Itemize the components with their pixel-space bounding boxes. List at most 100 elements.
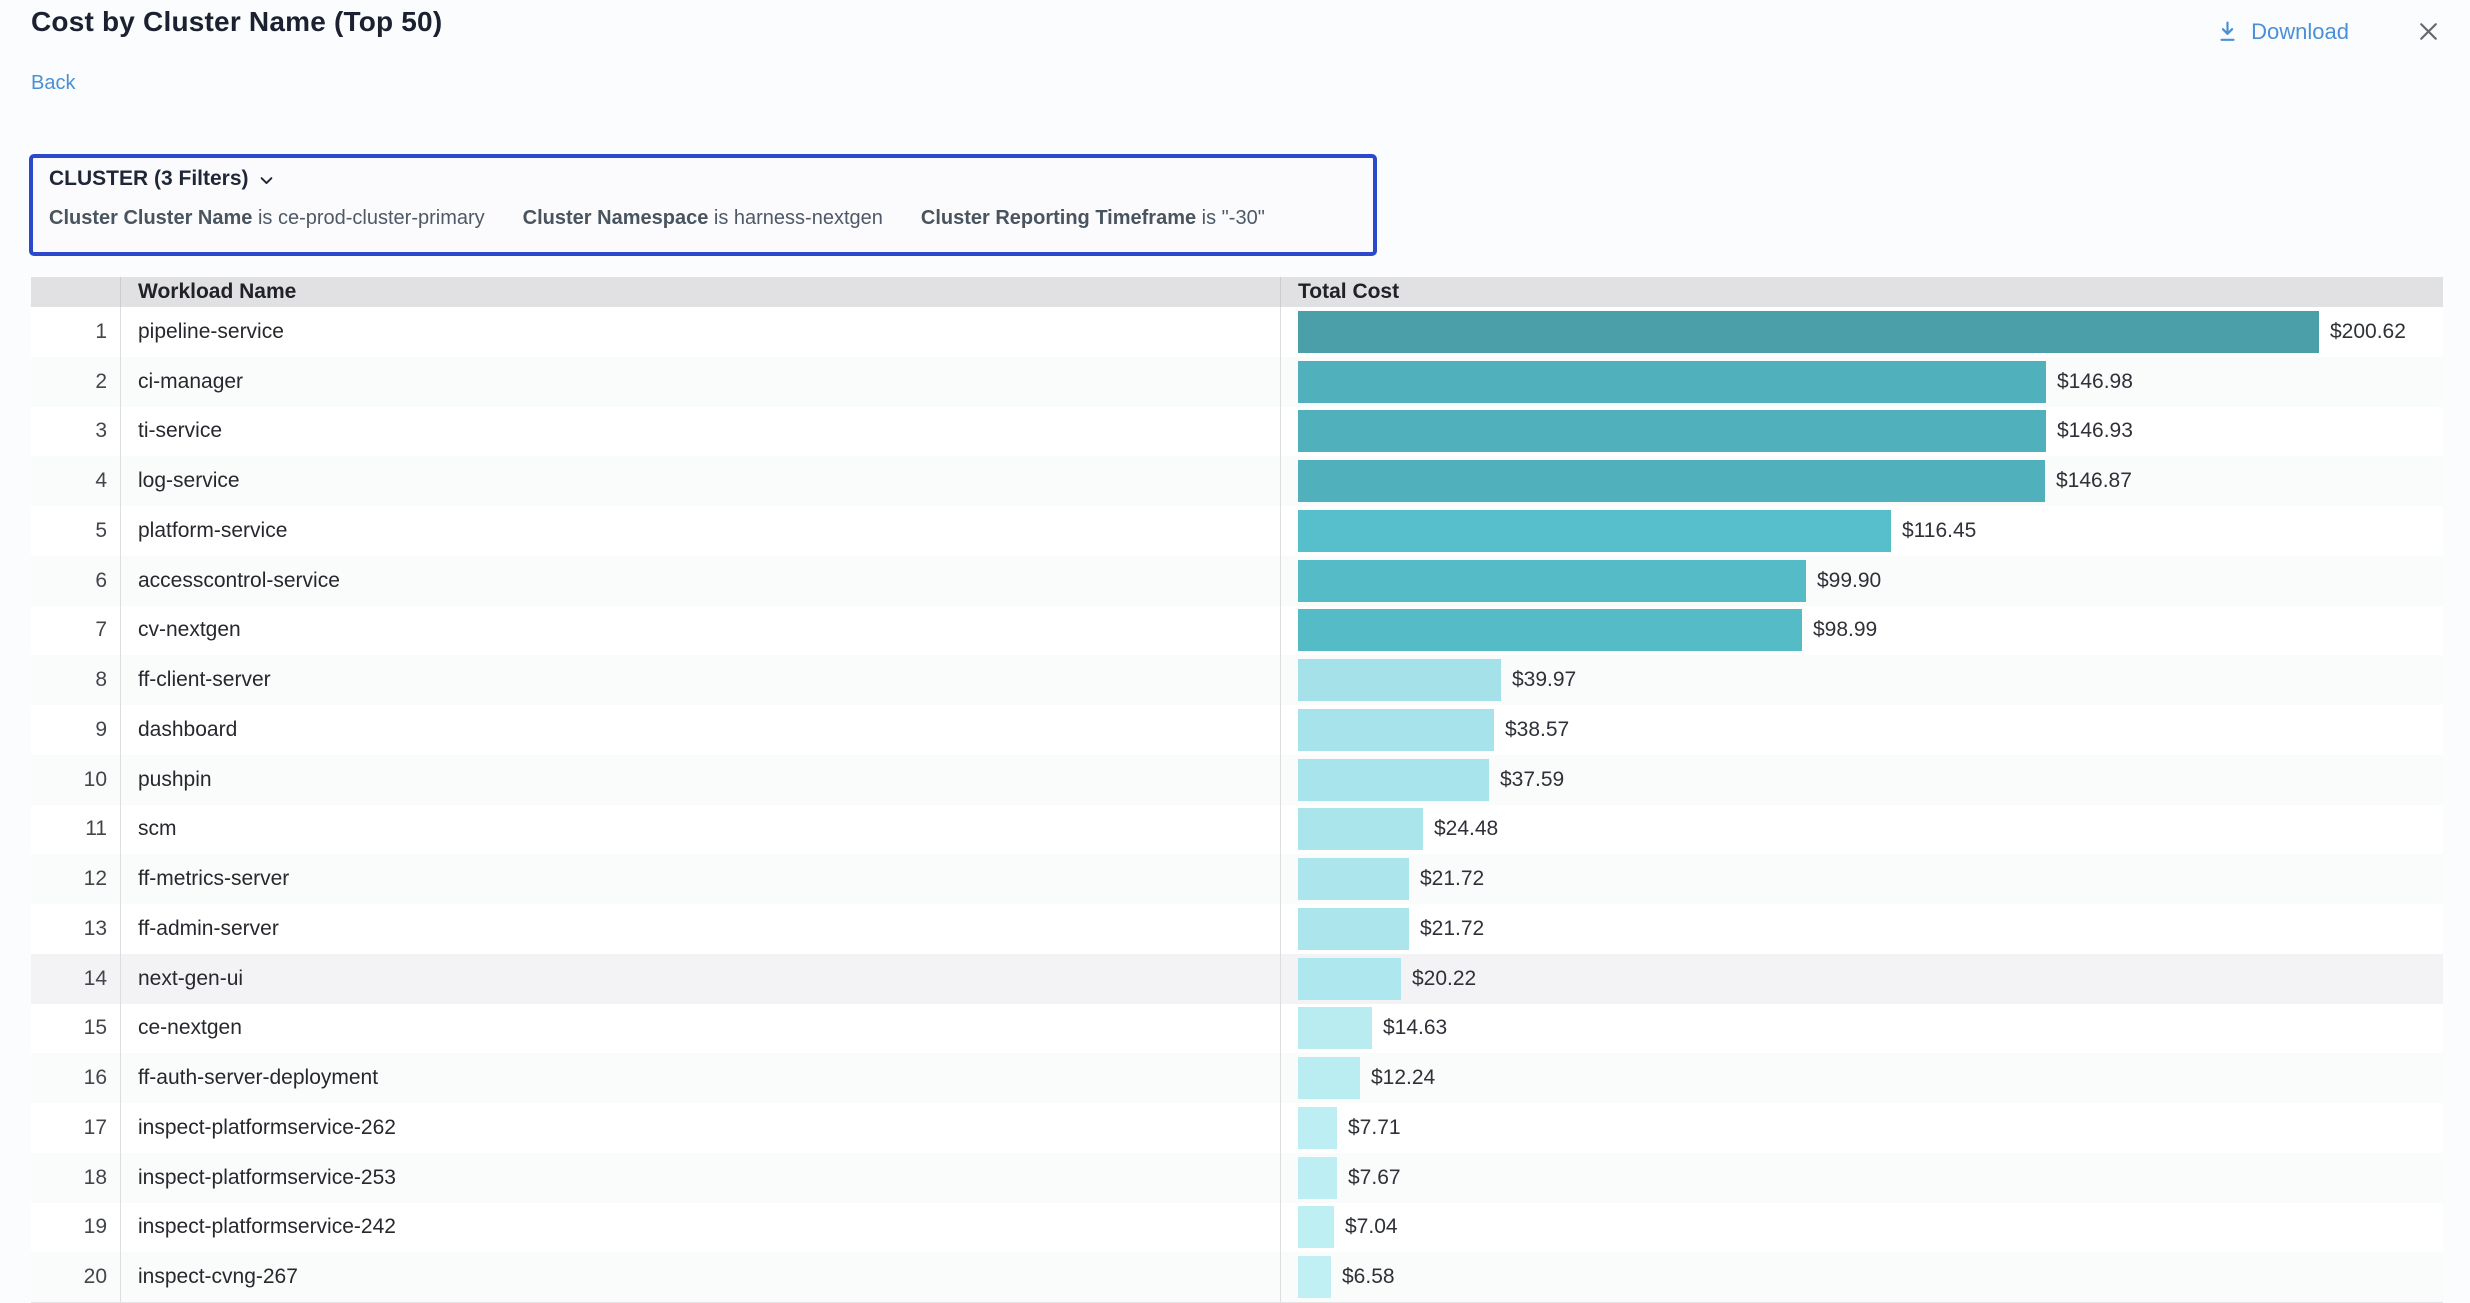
row-cost-cell: $38.57 — [1280, 705, 2443, 755]
row-cost-cell: $6.58 — [1280, 1252, 2443, 1302]
row-workload-name: dashboard — [120, 705, 1280, 755]
close-button[interactable] — [2415, 18, 2442, 45]
row-workload-name: platform-service — [120, 506, 1280, 556]
row-cost-cell: $98.99 — [1280, 606, 2443, 656]
cost-value: $146.93 — [2057, 419, 2133, 443]
cost-bar — [1298, 311, 2319, 353]
table-row: 2 ci-manager $146.98 — [31, 357, 2443, 407]
filter-conditions: Cluster Cluster Name is ce-prod-cluster-… — [49, 207, 1357, 230]
cost-value: $146.98 — [2057, 370, 2133, 394]
row-cost-cell: $12.24 — [1280, 1053, 2443, 1103]
row-cost-cell: $7.04 — [1280, 1203, 2443, 1253]
page-title: Cost by Cluster Name (Top 50) — [31, 6, 442, 38]
row-workload-name: scm — [120, 805, 1280, 855]
cost-bar — [1298, 460, 2045, 502]
filter-condition: Cluster Reporting Timeframe is "-30" — [921, 207, 1265, 230]
filter-group-toggle[interactable]: CLUSTER (3 Filters) — [49, 167, 275, 191]
row-rank: 3 — [31, 407, 120, 457]
cost-bar — [1298, 958, 1401, 1000]
cost-bar — [1298, 1256, 1331, 1298]
table-row: 6 accesscontrol-service $99.90 — [31, 556, 2443, 606]
row-workload-name: ff-metrics-server — [120, 854, 1280, 904]
cost-table: Workload Name Total Cost 1 pipeline-serv… — [31, 277, 2443, 1303]
row-workload-name: ci-manager — [120, 357, 1280, 407]
cost-value: $6.58 — [1342, 1265, 1395, 1289]
row-rank: 9 — [31, 705, 120, 755]
row-cost-cell: $146.93 — [1280, 407, 2443, 457]
cost-bar — [1298, 1057, 1360, 1099]
row-workload-name: ff-admin-server — [120, 904, 1280, 954]
row-rank: 18 — [31, 1153, 120, 1203]
row-workload-name: ce-nextgen — [120, 1004, 1280, 1054]
cost-value: $21.72 — [1420, 917, 1484, 941]
row-workload-name: inspect-platformservice-262 — [120, 1103, 1280, 1153]
row-workload-name: inspect-platformservice-242 — [120, 1203, 1280, 1253]
cost-bar — [1298, 659, 1501, 701]
table-row: 7 cv-nextgen $98.99 — [31, 606, 2443, 656]
cost-bar — [1298, 361, 2046, 403]
header-workload-name: Workload Name — [120, 277, 1280, 307]
cost-value: $37.59 — [1500, 768, 1564, 792]
cost-value: $146.87 — [2056, 469, 2132, 493]
table-row: 17 inspect-platformservice-262 $7.71 — [31, 1103, 2443, 1153]
close-icon — [2415, 33, 2442, 48]
row-workload-name: cv-nextgen — [120, 606, 1280, 656]
row-workload-name: inspect-platformservice-253 — [120, 1153, 1280, 1203]
row-cost-cell: $146.87 — [1280, 456, 2443, 506]
cost-value: $116.45 — [1902, 519, 1976, 543]
cost-bar — [1298, 609, 1802, 651]
row-workload-name: log-service — [120, 456, 1280, 506]
filter-condition: Cluster Cluster Name is ce-prod-cluster-… — [49, 207, 485, 230]
row-workload-name: ff-auth-server-deployment — [120, 1053, 1280, 1103]
row-rank: 10 — [31, 755, 120, 805]
row-rank: 2 — [31, 357, 120, 407]
row-cost-cell: $21.72 — [1280, 854, 2443, 904]
table-row: 15 ce-nextgen $14.63 — [31, 1004, 2443, 1054]
table-row: 11 scm $24.48 — [31, 805, 2443, 855]
cost-value: $7.04 — [1345, 1215, 1398, 1239]
table-header: Workload Name Total Cost — [31, 277, 2443, 307]
row-rank: 12 — [31, 854, 120, 904]
table-row: 1 pipeline-service $200.62 — [31, 307, 2443, 357]
row-rank: 7 — [31, 606, 120, 656]
cost-bar — [1298, 908, 1409, 950]
row-rank: 1 — [31, 307, 120, 357]
cost-bar — [1298, 709, 1494, 751]
table-row: 14 next-gen-ui $20.22 — [31, 954, 2443, 1004]
table-row: 12 ff-metrics-server $21.72 — [31, 854, 2443, 904]
cost-value: $7.67 — [1348, 1166, 1401, 1190]
row-cost-cell: $7.67 — [1280, 1153, 2443, 1203]
cost-bar — [1298, 759, 1489, 801]
cost-bar — [1298, 560, 1806, 602]
download-button[interactable]: Download — [2215, 19, 2349, 45]
row-rank: 16 — [31, 1053, 120, 1103]
table-body: 1 pipeline-service $200.62 2 ci-manager … — [31, 307, 2443, 1303]
row-rank: 19 — [31, 1203, 120, 1253]
filter-condition: Cluster Namespace is harness-nextgen — [523, 207, 883, 230]
row-cost-cell: $14.63 — [1280, 1004, 2443, 1054]
cost-bar — [1298, 1107, 1337, 1149]
cost-bar — [1298, 1007, 1372, 1049]
table-row: 18 inspect-platformservice-253 $7.67 — [31, 1153, 2443, 1203]
row-cost-cell: $146.98 — [1280, 357, 2443, 407]
row-workload-name: ti-service — [120, 407, 1280, 457]
table-row: 3 ti-service $146.93 — [31, 407, 2443, 457]
row-workload-name: inspect-cvng-267 — [120, 1252, 1280, 1302]
cost-value: $20.22 — [1412, 967, 1476, 991]
row-workload-name: pushpin — [120, 755, 1280, 805]
header-rank-column — [31, 277, 120, 307]
cost-bar — [1298, 808, 1423, 850]
table-row: 4 log-service $146.87 — [31, 456, 2443, 506]
table-row: 5 platform-service $116.45 — [31, 506, 2443, 556]
row-rank: 8 — [31, 655, 120, 705]
cost-bar — [1298, 410, 2046, 452]
row-workload-name: ff-client-server — [120, 655, 1280, 705]
cost-bar — [1298, 510, 1891, 552]
row-cost-cell: $99.90 — [1280, 556, 2443, 606]
top-actions: Download — [2215, 18, 2442, 45]
header-total-cost: Total Cost — [1280, 277, 2443, 307]
table-row: 16 ff-auth-server-deployment $12.24 — [31, 1053, 2443, 1103]
chevron-down-icon — [258, 169, 275, 189]
back-link[interactable]: Back — [31, 72, 75, 95]
cost-value: $98.99 — [1813, 618, 1877, 642]
